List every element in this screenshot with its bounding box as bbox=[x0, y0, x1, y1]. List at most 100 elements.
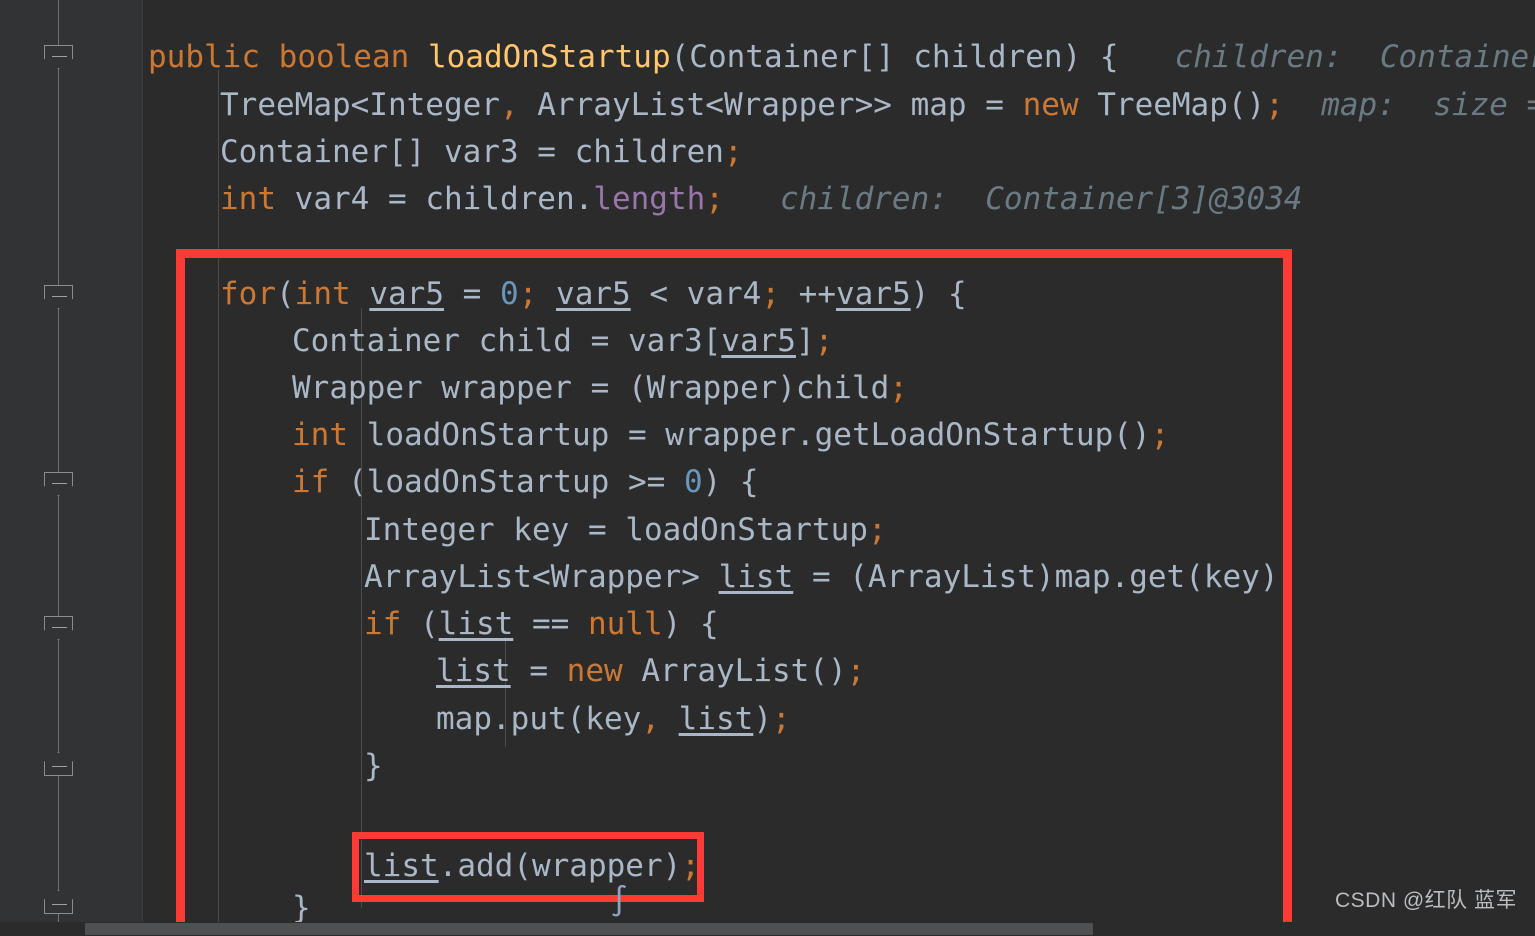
code-token: list bbox=[364, 848, 439, 884]
code-text-layer[interactable]: public boolean loadOnStartup(Container[]… bbox=[143, 0, 1535, 936]
code-token: , bbox=[499, 87, 519, 123]
minus-icon bbox=[52, 904, 67, 905]
code-token: var5 bbox=[836, 276, 911, 312]
code-token: TreeMap<Integer bbox=[220, 87, 500, 123]
code-token: = bbox=[462, 276, 482, 312]
code-token: ; bbox=[1150, 417, 1170, 453]
code-token: = bbox=[387, 181, 407, 217]
code-token: ; bbox=[723, 134, 743, 170]
code-token: int bbox=[220, 181, 276, 217]
fold-collapse-icon[interactable] bbox=[44, 472, 73, 496]
code-token: var5 bbox=[721, 323, 796, 359]
code-line[interactable]: if (loadOnStartup >= 0) { bbox=[143, 459, 759, 506]
code-editor-screenshot: public boolean loadOnStartup(Container[]… bbox=[0, 0, 1535, 936]
code-line[interactable]: map.put(key, list); bbox=[143, 696, 791, 743]
code-token: Container child bbox=[292, 323, 591, 359]
code-token: ArrayList<Wrapper>> map bbox=[518, 87, 986, 123]
code-line[interactable]: int loadOnStartup = wrapper.getLoadOnSta… bbox=[143, 412, 1169, 459]
code-token: .add(wrapper) bbox=[438, 848, 682, 884]
code-token: 0 bbox=[683, 464, 703, 500]
code-token: map.put(key bbox=[436, 701, 642, 737]
fold-collapse-icon[interactable] bbox=[44, 616, 73, 640]
code-token: } bbox=[364, 748, 383, 784]
code-token: ArrayList<Wrapper> bbox=[364, 559, 719, 595]
code-line[interactable]: ArrayList<Wrapper> list = (ArrayList)map… bbox=[143, 554, 1297, 601]
code-line[interactable]: if (list == null) { bbox=[143, 601, 719, 648]
code-token: null bbox=[587, 606, 663, 642]
code-token: var5 bbox=[369, 276, 444, 312]
code-token: ( bbox=[276, 276, 295, 312]
editor-surface[interactable]: public boolean loadOnStartup(Container[]… bbox=[143, 0, 1535, 936]
code-token: children bbox=[555, 134, 724, 170]
horizontal-scrollbar-track[interactable] bbox=[0, 922, 1535, 936]
code-token: ; bbox=[846, 653, 866, 689]
code-token: int bbox=[294, 276, 351, 312]
code-token: loadOnStartup bbox=[348, 417, 628, 453]
inline-debug-hint: children: Container[3]@3034 bbox=[1174, 39, 1535, 75]
code-token: ; bbox=[518, 276, 538, 312]
code-token: loadOnStartup bbox=[427, 39, 671, 75]
code-token: var4 bbox=[276, 181, 388, 217]
minus-icon bbox=[52, 296, 67, 297]
code-line[interactable]: for(int var5 = 0; var5 < var4; ++var5) { bbox=[143, 271, 967, 318]
code-token: = bbox=[529, 653, 548, 689]
fold-region-end-icon[interactable] bbox=[44, 890, 73, 914]
horizontal-scrollbar-thumb[interactable] bbox=[85, 923, 1093, 935]
code-token: TreeMap() bbox=[1078, 87, 1266, 123]
code-line[interactable]: Container child = var3[var5]; bbox=[143, 318, 833, 365]
code-token: ; bbox=[867, 512, 887, 548]
fold-rail-line bbox=[58, 0, 59, 936]
code-token: } bbox=[292, 890, 311, 926]
code-line[interactable]: list = new ArrayList(); bbox=[143, 648, 865, 695]
code-line[interactable]: Integer key = loadOnStartup; bbox=[143, 507, 887, 554]
code-token: < var4 bbox=[630, 276, 762, 312]
code-token: loadOnStartup bbox=[606, 512, 868, 548]
code-token: ( bbox=[401, 606, 439, 642]
code-token: (loadOnStartup >= bbox=[329, 464, 684, 500]
code-line[interactable]: list.add(wrapper); bbox=[143, 843, 700, 890]
code-token: ; bbox=[814, 323, 834, 359]
code-token: ) { bbox=[662, 606, 719, 642]
code-token: == bbox=[513, 606, 588, 642]
editor-gutter bbox=[0, 0, 143, 936]
code-token: list bbox=[436, 653, 511, 689]
minus-icon bbox=[52, 56, 67, 57]
code-token: = bbox=[811, 559, 831, 595]
code-token: ) bbox=[753, 701, 772, 737]
code-token: list bbox=[678, 701, 754, 737]
code-token: var3[ bbox=[609, 323, 722, 359]
code-token: Container[] var3 bbox=[220, 134, 538, 170]
code-line[interactable]: TreeMap<Integer, ArrayList<Wrapper>> map… bbox=[143, 82, 1535, 129]
code-token: (ArrayList)map.get(key) bbox=[830, 559, 1279, 595]
fold-collapse-icon[interactable] bbox=[44, 285, 73, 309]
code-line[interactable]: Wrapper wrapper = (Wrapper)child; bbox=[143, 365, 908, 412]
code-token: wrapper.getLoadOnStartup() bbox=[646, 417, 1151, 453]
code-line[interactable]: } bbox=[143, 743, 383, 790]
code-line[interactable]: int var4 = children.length; children: Co… bbox=[143, 176, 1303, 223]
fold-region-end-icon[interactable] bbox=[44, 752, 73, 776]
code-token: if bbox=[292, 464, 330, 500]
code-token: new bbox=[1022, 87, 1079, 123]
code-token: Integer key bbox=[364, 512, 588, 548]
code-token: = bbox=[587, 512, 607, 548]
code-line[interactable]: Container[] var3 = children; bbox=[143, 129, 743, 176]
code-token: ; bbox=[681, 848, 700, 884]
minus-icon bbox=[52, 483, 67, 484]
code-line[interactable]: public boolean loadOnStartup(Container[]… bbox=[143, 34, 1535, 81]
code-token: ; bbox=[761, 276, 781, 312]
code-token: var5 bbox=[556, 276, 631, 312]
code-token: = bbox=[985, 87, 1004, 123]
fold-collapse-icon[interactable] bbox=[44, 45, 73, 69]
